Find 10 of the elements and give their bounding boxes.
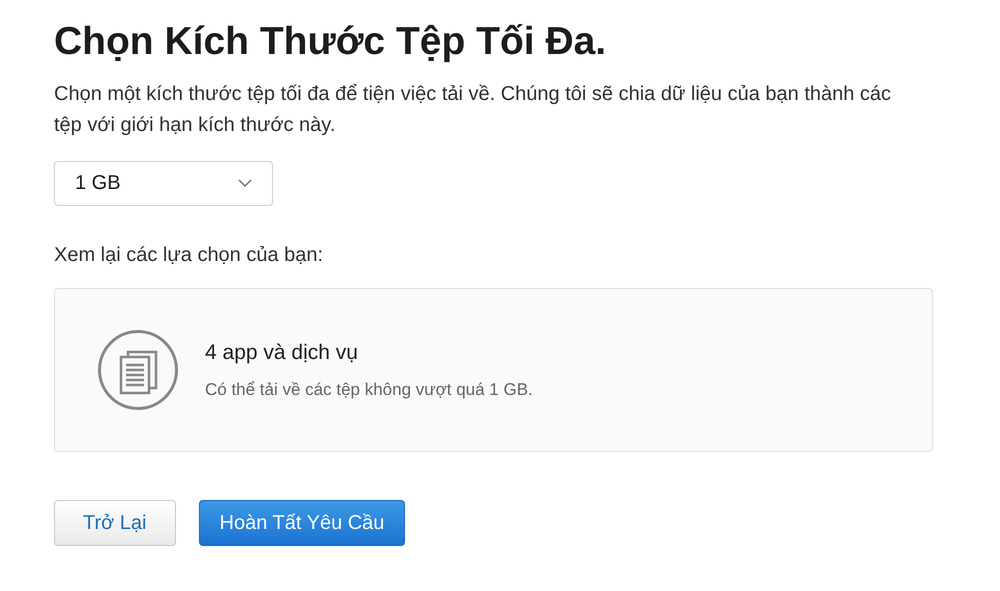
back-button[interactable]: Trở Lại: [54, 500, 176, 546]
summary-subtitle: Có thể tải về các tệp không vượt quá 1 GB.: [205, 378, 533, 401]
documents-icon: [97, 328, 179, 411]
summary-title: 4 app và dịch vụ: [205, 340, 359, 366]
size-dropdown[interactable]: 1 GB: [54, 160, 273, 206]
submit-button[interactable]: Hoàn Tất Yêu Cầu: [198, 500, 406, 546]
review-label: Xem lại các lựa chọn của bạn:: [54, 242, 324, 268]
description: Chọn một kích thước tệp tối đa để tiện việc tải về. Chúng tôi sẽ chia dữ liệu của bạn thành các tệp với giới hạn kích thước này.: [54, 82, 892, 138]
chevron-down-icon: [238, 179, 252, 188]
page-title: Chọn Kích Thước Tệp Tối Đa.: [54, 19, 608, 65]
